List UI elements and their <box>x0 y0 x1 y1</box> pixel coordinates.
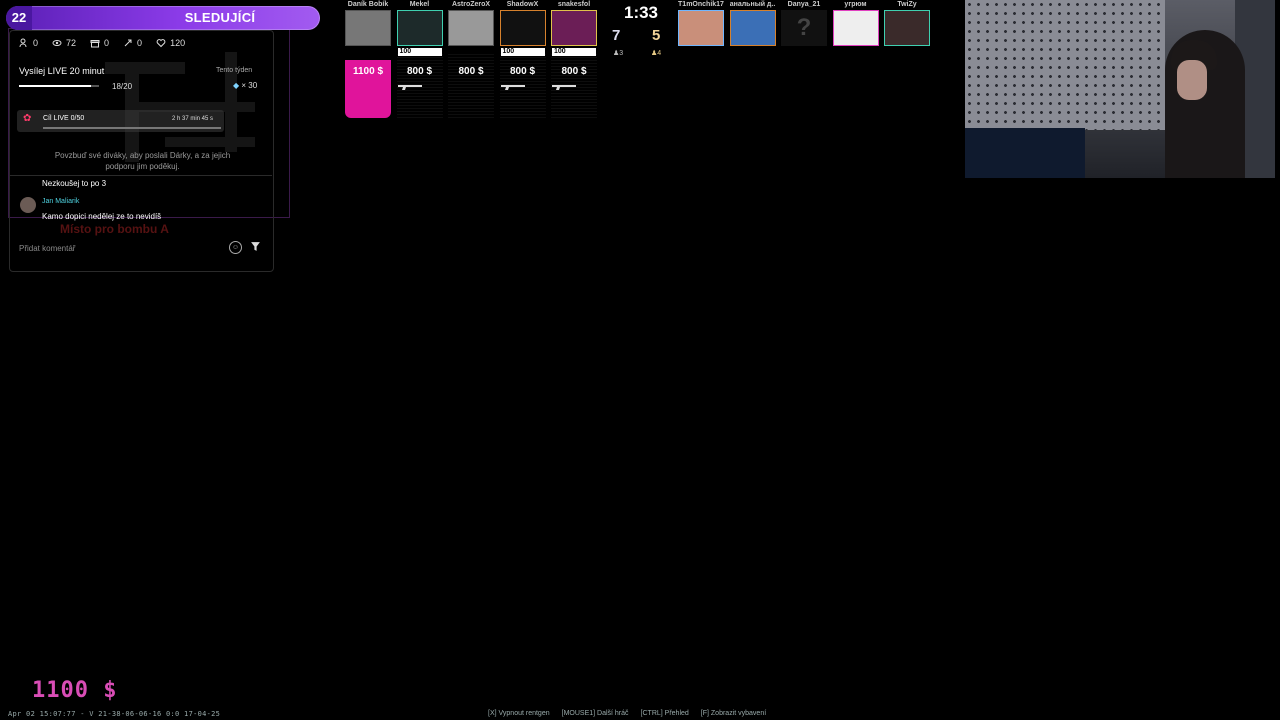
pistol-icon <box>397 85 422 90</box>
alive-ct: ♟3 <box>613 50 624 57</box>
views-stat: 72 <box>52 38 76 48</box>
round-timer: 1:33 <box>623 3 659 22</box>
player-card[interactable]: Daník Bobík 1100 $ <box>345 0 391 77</box>
player-avatar <box>678 10 724 46</box>
right-team: T1mOnchik17 анальный д.. Danya_21? угрюм Twi… <box>678 0 938 60</box>
player-card[interactable]: TwiZy <box>884 0 930 46</box>
player-hp <box>449 48 493 56</box>
gem-icon: ◆ <box>233 81 240 90</box>
encourage-text: Povzbuď své diváky, aby poslali Dárky, a… <box>54 151 231 171</box>
hint-next-player: [MOUSE1] Další hráč <box>561 710 629 717</box>
goal-progress-track <box>43 127 221 129</box>
chat-message: Nezkoušej to po 3 <box>42 179 107 188</box>
live-progress-fill <box>19 85 91 87</box>
player-card[interactable]: Mekel 100 800 $ <box>396 0 443 95</box>
player-name: T1mOnchik17 <box>678 1 724 8</box>
score-ct: 7 <box>612 27 621 44</box>
player-card[interactable]: ShadowX 100 800 $ <box>499 0 546 95</box>
pistol-icon <box>552 85 576 90</box>
likes-stat: 120 <box>156 38 185 48</box>
player-card[interactable]: угрюм <box>832 0 879 46</box>
player-money: 800 $ <box>406 66 433 77</box>
player-card[interactable]: AstroZeroX 800 $ <box>448 0 494 77</box>
player-avatar <box>884 10 930 46</box>
player-money: 1100 $ <box>352 66 384 77</box>
chat-message: Kamo dopici nedělej ze to nevidíš <box>42 212 162 221</box>
player-avatar <box>345 10 391 46</box>
gem-count: × 30 <box>241 81 258 90</box>
player-card[interactable]: анальный д.. <box>729 0 776 46</box>
player-card[interactable]: snakesfol 100 800 $ <box>551 0 597 95</box>
gift-icon <box>90 40 100 48</box>
boost-count: 0 <box>137 38 143 48</box>
views-count: 72 <box>66 38 77 48</box>
player-name: snakesfol <box>557 1 591 8</box>
map-callout: Místo pro bombu A <box>60 222 169 236</box>
follow-count: 22 <box>6 6 32 30</box>
goal-label: Cíl LIVE 0/50 <box>43 115 85 122</box>
demo-info: Apr 02 15:07:77 - V 21-38-06-06-16 0:0 1… <box>8 710 221 718</box>
follow-label: SLEDUJÍCÍ <box>184 10 256 25</box>
emoji-icon[interactable]: ☺ <box>229 241 242 254</box>
live-progress-text: 18/20 <box>112 82 133 91</box>
player-hp <box>346 48 390 56</box>
goal-time: 2 h 37 min 45 s <box>172 116 214 122</box>
player-money: 800 $ <box>458 66 484 77</box>
player-hp: 100 <box>500 48 545 56</box>
users-count: 0 <box>33 38 39 48</box>
player-money: 1100 $ <box>32 678 118 703</box>
key-hints: [X] Vypnout rentgen [MOUSE1] Další hráč … <box>488 710 766 717</box>
player-name: Mekel <box>409 1 430 8</box>
player-name: ShadowX <box>506 1 539 8</box>
boost-icon <box>124 39 132 47</box>
player-name: Daník Bobík <box>347 1 389 8</box>
stats-row: 0 72 0 0 120 <box>19 38 185 48</box>
player-avatar <box>499 10 546 46</box>
player-name: Danya_21 <box>787 1 821 8</box>
player-avatar <box>396 10 443 46</box>
chat-username[interactable]: Jan Maliarik <box>42 198 79 205</box>
pistol-icon <box>500 85 525 90</box>
player-money: 800 $ <box>509 66 536 77</box>
player-avatar: ? <box>781 10 827 46</box>
player-name: TwiZy <box>897 1 917 8</box>
eye-icon <box>52 40 62 46</box>
player-name: AstroZeroX <box>451 1 491 8</box>
player-hp: 100 <box>397 48 442 56</box>
left-team: Daník Bobík 1100 $ Mekel 100 800 $ AstroZeroX… <box>345 0 605 120</box>
users-stat: 0 <box>19 38 38 48</box>
users-icon <box>19 38 27 48</box>
player-card[interactable]: T1mOnchik17 <box>678 0 724 46</box>
heart-icon <box>156 39 166 48</box>
week-label: Tento týden <box>216 67 253 74</box>
alive-t: ♟4 <box>651 50 662 57</box>
hint-equipment: [F] Zobrazit vybavení <box>700 710 767 717</box>
likes-count: 120 <box>170 38 186 48</box>
player-hp: 100 <box>552 48 596 56</box>
gem-reward: ◆ × 30 <box>233 81 257 90</box>
webcam-feed <box>965 0 1275 178</box>
player-avatar <box>448 10 494 46</box>
boost-stat: 0 <box>123 38 142 48</box>
player-avatar <box>551 10 597 46</box>
live-goal-title: Vysílej LIVE 20 minut <box>19 66 105 76</box>
avatar[interactable] <box>20 197 36 213</box>
hint-overview: [CTRL] Přehled <box>640 710 689 717</box>
player-money: 800 $ <box>561 66 587 77</box>
player-avatar <box>729 10 776 46</box>
unknown-player-icon: ? <box>796 14 812 41</box>
player-name: угрюм <box>844 1 867 8</box>
player-avatar <box>832 10 879 46</box>
hint-xray: [X] Vypnout rentgen <box>488 710 550 717</box>
gifts-count: 0 <box>104 38 110 48</box>
player-name: анальный д.. <box>729 1 776 8</box>
filter-icon[interactable] <box>250 241 261 252</box>
rose-icon: ✿ <box>23 113 32 124</box>
gifts-stat: 0 <box>90 38 109 48</box>
comment-input[interactable] <box>17 238 246 258</box>
divider <box>9 175 272 176</box>
score-t: 5 <box>652 27 661 44</box>
player-card[interactable]: Danya_21? <box>781 0 827 46</box>
